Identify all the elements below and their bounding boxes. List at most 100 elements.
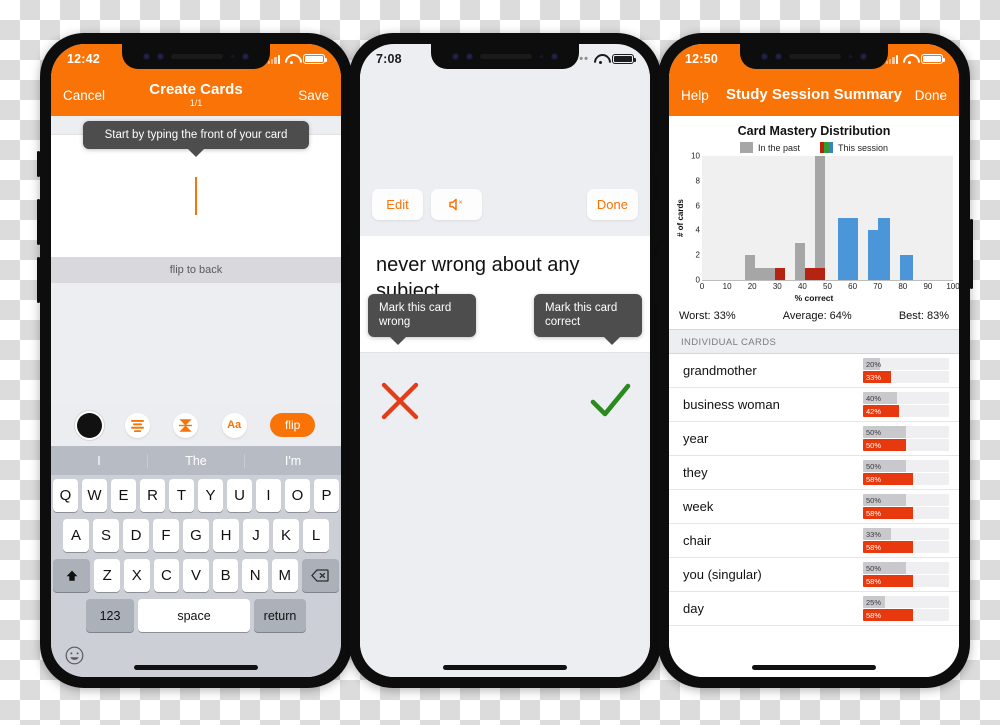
suggestion-item[interactable]: The <box>147 453 244 468</box>
space-key[interactable]: space <box>138 599 250 632</box>
key-e[interactable]: E <box>111 479 136 512</box>
card-row[interactable]: chair 33% 58% <box>669 524 959 558</box>
cancel-button[interactable]: Cancel <box>63 88 105 103</box>
key-a[interactable]: A <box>63 519 89 552</box>
help-button[interactable]: Help <box>681 88 709 103</box>
key-c[interactable]: C <box>153 559 180 592</box>
card-row[interactable]: week 50% 58% <box>669 490 959 524</box>
session-score-fill: 50% <box>863 439 906 451</box>
key-q[interactable]: Q <box>53 479 78 512</box>
return-key[interactable]: return <box>254 599 306 632</box>
shift-arrow-icon[interactable] <box>53 559 91 592</box>
key-g[interactable]: G <box>183 519 209 552</box>
sensor-icon <box>157 53 164 60</box>
session-score-fill: 58% <box>863 473 913 485</box>
key-d[interactable]: D <box>123 519 149 552</box>
speaker-mute-icon[interactable]: × <box>431 189 482 220</box>
card-front-editor[interactable]: Start by typing the front of your card <box>51 121 341 257</box>
font-size-icon[interactable]: Aa <box>221 412 247 438</box>
font-size-label: Aa <box>227 419 242 431</box>
card-name: business woman <box>683 397 780 412</box>
chart-bar <box>814 156 825 280</box>
x-mark-icon[interactable] <box>378 379 422 423</box>
suggestion-item[interactable]: I <box>51 454 147 468</box>
key-h[interactable]: H <box>213 519 239 552</box>
notch <box>122 44 270 69</box>
wifi-icon <box>903 54 916 64</box>
key-t[interactable]: T <box>169 479 194 512</box>
key-u[interactable]: U <box>227 479 252 512</box>
edit-button[interactable]: Edit <box>372 189 423 220</box>
session-score-fill: 58% <box>863 575 913 587</box>
home-indicator <box>443 665 567 670</box>
card-row[interactable]: day 25% 58% <box>669 592 959 626</box>
past-score-fill: 50% <box>863 426 906 438</box>
chart-plot-wrap: # of cards 0 2 4 6 8 10 <box>675 152 953 285</box>
key-n[interactable]: N <box>242 559 268 592</box>
key-k[interactable]: K <box>273 519 299 552</box>
camera-icon <box>452 53 459 60</box>
done-button[interactable]: Done <box>915 88 947 103</box>
earpiece-speaker <box>171 54 223 59</box>
key-r[interactable]: R <box>140 479 165 512</box>
backspace-icon[interactable] <box>301 559 339 592</box>
key-m[interactable]: M <box>271 559 298 592</box>
on-screen-keyboard: Q W E R T Y U I O P A S D F G H J K L Z … <box>51 475 341 677</box>
past-score-fill: 50% <box>863 460 906 472</box>
chart-bar <box>900 255 913 280</box>
text-align-icon[interactable] <box>124 412 150 438</box>
session-score-track: 42% <box>863 405 949 417</box>
card-row[interactable]: they 50% 58% <box>669 456 959 490</box>
key-x[interactable]: X <box>124 559 150 592</box>
session-score-fill: 33% <box>863 371 892 383</box>
past-score-track: 50% <box>863 426 949 438</box>
session-score-fill: 58% <box>863 507 913 519</box>
past-score-fill: 50% <box>863 562 906 574</box>
numbers-key[interactable]: 123 <box>86 599 134 632</box>
key-v[interactable]: V <box>183 559 209 592</box>
chart-x-tick: 20 <box>747 282 757 291</box>
key-o[interactable]: O <box>285 479 310 512</box>
past-score-track: 25% <box>863 596 949 608</box>
check-mark-icon[interactable] <box>588 379 632 423</box>
flip-to-back-button[interactable]: flip to back <box>51 257 341 283</box>
key-l[interactable]: L <box>303 519 329 552</box>
card-name: grandmother <box>683 363 757 378</box>
key-i[interactable]: I <box>256 479 281 512</box>
chart-x-tick: 30 <box>772 282 782 291</box>
session-score-fill: 58% <box>863 609 913 621</box>
key-j[interactable]: J <box>243 519 269 552</box>
key-w[interactable]: W <box>82 479 107 512</box>
chart-y-ticks: 0 2 4 6 8 10 <box>686 152 702 285</box>
card-mastery-chart: Card Mastery Distribution In the past Th… <box>669 116 959 305</box>
key-s[interactable]: S <box>93 519 119 552</box>
flip-button[interactable]: flip <box>269 413 316 437</box>
chart-x-tick: 80 <box>898 282 908 291</box>
key-f[interactable]: F <box>153 519 179 552</box>
earpiece-speaker <box>480 54 532 59</box>
key-b[interactable]: B <box>212 559 239 592</box>
card-row[interactable]: business woman 40% 42% <box>669 388 959 422</box>
key-y[interactable]: Y <box>198 479 223 512</box>
key-z[interactable]: Z <box>94 559 121 592</box>
card-row[interactable]: you (singular) 50% 58% <box>669 558 959 592</box>
card-row[interactable]: grandmother 20% 33% <box>669 354 959 388</box>
session-score-label: 50% <box>866 440 882 450</box>
past-score-fill: 33% <box>863 528 892 540</box>
suggestion-item[interactable]: I'm <box>244 453 341 468</box>
color-dot-icon[interactable] <box>76 412 102 438</box>
key-p[interactable]: P <box>314 479 339 512</box>
status-time: 12:42 <box>67 52 100 66</box>
card-row[interactable]: year 50% 50% <box>669 422 959 456</box>
save-button[interactable]: Save <box>298 88 329 103</box>
mark-correct-tooltip: Mark this card correct <box>534 294 642 345</box>
emoji-face-icon[interactable] <box>65 646 84 670</box>
done-button[interactable]: Done <box>586 189 638 220</box>
marking-area: Mark this card wrong Mark this card corr… <box>360 294 650 677</box>
card-progress-bars: 50% 58% <box>863 460 949 485</box>
wifi-icon <box>285 54 298 64</box>
individual-cards-list[interactable]: grandmother 20% 33% business woman 40% 42% yea… <box>669 354 959 677</box>
vertical-align-icon[interactable] <box>173 412 199 438</box>
card-progress-bars: 33% 58% <box>863 528 949 553</box>
chart-legend: In the past This session <box>675 142 953 153</box>
